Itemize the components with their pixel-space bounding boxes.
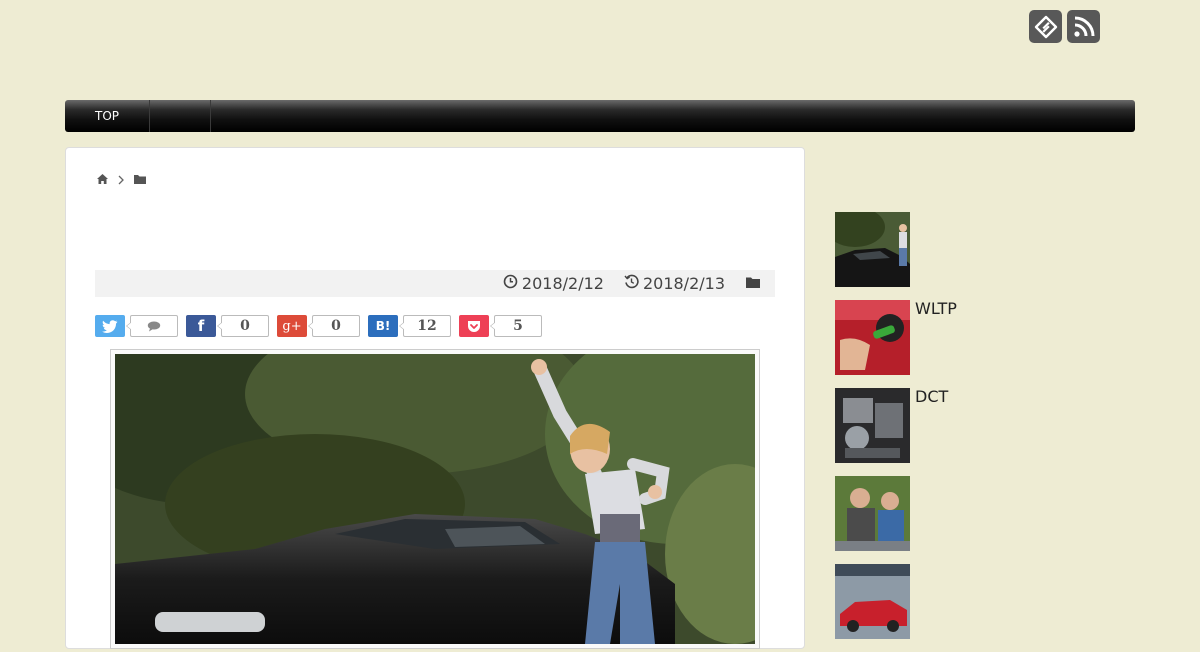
updated-date-text: 2018/2/13: [642, 274, 725, 293]
category-folder[interactable]: [745, 274, 761, 293]
facebook-button[interactable]: f: [186, 315, 216, 337]
folder-icon[interactable]: [133, 170, 147, 189]
share-buttons: f 0 g+ 0 B! 12 5: [95, 315, 542, 337]
share-googleplus: g+ 0: [277, 315, 360, 337]
share-twitter: [95, 315, 178, 337]
hatena-button[interactable]: B!: [368, 315, 398, 337]
feedly-icon[interactable]: [1029, 10, 1062, 43]
clock-icon: [503, 274, 518, 293]
pocket-button[interactable]: [459, 315, 489, 337]
pocket-icon: [468, 320, 480, 332]
googleplus-icon: g+: [282, 318, 302, 334]
header-social-icons: [1029, 10, 1100, 43]
share-hatena: B! 12: [368, 315, 451, 337]
breadcrumb: [96, 170, 147, 189]
twitter-icon: [102, 319, 118, 333]
rss-icon[interactable]: [1067, 10, 1100, 43]
featured-image: [115, 354, 755, 644]
nav-item-empty[interactable]: [150, 100, 212, 132]
facebook-icon: f: [197, 317, 205, 335]
sidebar-post[interactable]: DCT: [835, 388, 957, 463]
sidebar-post[interactable]: [835, 476, 957, 551]
share-facebook: f 0: [186, 315, 269, 337]
chevron-right-icon: [117, 170, 125, 189]
article-card: 2018/2/12 2018/2/13 f 0 g+ 0 B! 12 5: [65, 147, 805, 649]
featured-image-frame: [110, 349, 760, 649]
share-pocket: 5: [459, 315, 542, 337]
sidebar-post-list: WLTP DCT: [835, 212, 957, 652]
sidebar-post-title[interactable]: WLTP: [915, 300, 957, 375]
twitter-comment-count[interactable]: [126, 315, 178, 337]
sidebar-post[interactable]: WLTP: [835, 300, 957, 375]
hatena-bookmark-icon: B!: [375, 319, 391, 333]
published-date: 2018/2/12: [503, 274, 604, 293]
facebook-count[interactable]: 0: [217, 315, 269, 337]
comment-icon: [147, 321, 161, 331]
history-icon: [624, 274, 639, 293]
post-meta-bar: 2018/2/12 2018/2/13: [95, 270, 775, 297]
sidebar-post[interactable]: [835, 564, 957, 639]
home-icon[interactable]: [96, 170, 109, 189]
global-nav: TOP: [65, 100, 1135, 132]
updated-date: 2018/2/13: [624, 274, 725, 293]
post-thumbnail[interactable]: [835, 476, 910, 551]
folder-icon: [745, 274, 761, 293]
hatena-count[interactable]: 12: [399, 315, 451, 337]
post-thumbnail[interactable]: [835, 212, 910, 287]
pocket-count[interactable]: 5: [490, 315, 542, 337]
nav-item-top[interactable]: TOP: [65, 100, 151, 132]
published-date-text: 2018/2/12: [521, 274, 604, 293]
googleplus-count[interactable]: 0: [308, 315, 360, 337]
sidebar-post[interactable]: [835, 212, 957, 287]
post-thumbnail[interactable]: [835, 388, 910, 463]
googleplus-button[interactable]: g+: [277, 315, 307, 337]
post-thumbnail[interactable]: [835, 564, 910, 639]
sidebar-post-title[interactable]: DCT: [915, 388, 948, 463]
twitter-button[interactable]: [95, 315, 125, 337]
post-thumbnail[interactable]: [835, 300, 910, 375]
